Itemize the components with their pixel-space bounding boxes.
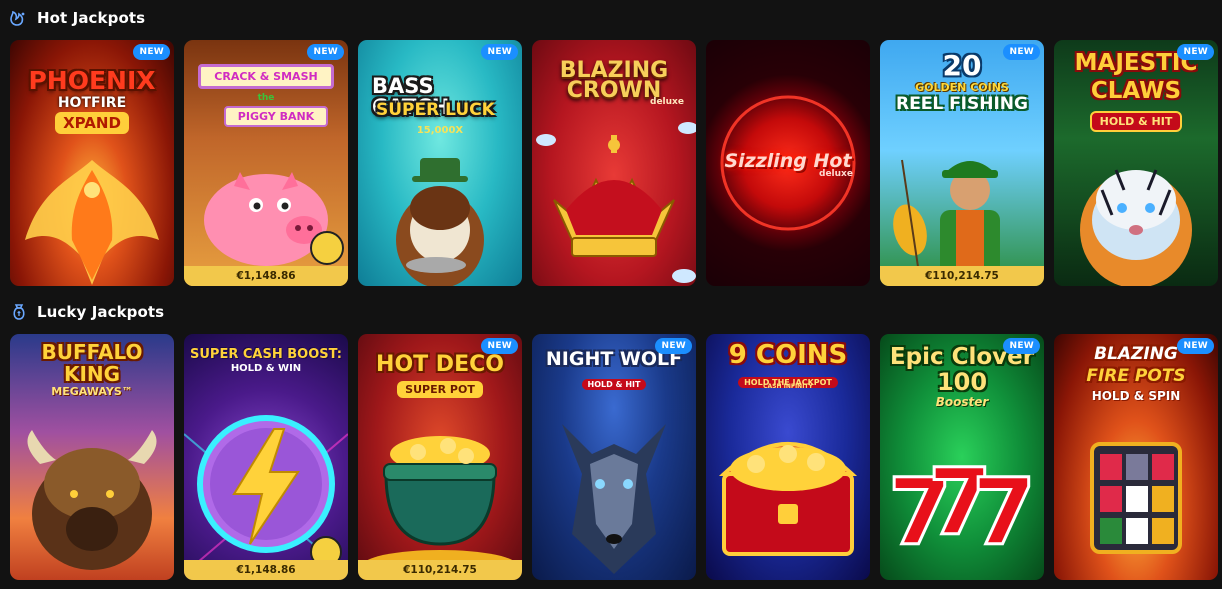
new-badge: NEW — [1177, 338, 1214, 354]
game-tile-hot-deco-super-pot[interactable]: HOT DECO SUPER POT NEW €110,214.75 — [358, 334, 522, 580]
game-subtitle: CLAWS — [1090, 78, 1182, 104]
game-tagline: MEGAWAYS™ — [51, 385, 133, 398]
game-tile-crack-smash-piggy-bank[interactable]: CRACK & SMASH the PIGGY BANK NEW €1,148.… — [184, 40, 348, 286]
game-title: 9 COINS — [728, 340, 848, 370]
game-edition: deluxe — [650, 97, 684, 107]
game-title-connector: the — [257, 93, 275, 103]
jackpot-amount: €1,148.86 — [184, 560, 348, 580]
game-subtitle: HOLD & WIN — [230, 363, 302, 374]
new-badge: NEW — [655, 338, 692, 354]
game-tile-golden-coins-reel-fishing[interactable]: 20 GOLDEN COINS REEL FISHING NEW €110,21… — [880, 40, 1044, 286]
jackpot-amount: €110,214.75 — [358, 560, 522, 580]
game-tagline: XPAND — [55, 112, 129, 134]
game-tile-bass-catch-super-luck[interactable]: BASS CATCH SUPER LUCK 15,000X NEW — [358, 40, 522, 286]
new-badge: NEW — [481, 44, 518, 60]
game-tile-blazing-fire-pots[interactable]: BLAZING FIRE POTS HOLD & SPIN NEW — [1054, 334, 1218, 580]
game-tagline: CASH INFINITY — [763, 383, 813, 390]
game-title: SUPER CASH BOOST: — [190, 347, 342, 362]
game-tile-night-wolf[interactable]: NIGHT WOLF HOLD & HIT NEW — [532, 334, 696, 580]
game-tagline-wrap: XPAND — [16, 112, 168, 134]
section-header-lucky-jackpots: Lucky Jackpots — [10, 301, 164, 323]
game-tile-phoenix-hotfire-xpand[interactable]: PHOENIX HOTFIRE XPAND NEW — [10, 40, 174, 286]
game-tagline: HOLD & HIT — [1089, 111, 1183, 132]
game-tile-super-cash-boost[interactable]: SUPER CASH BOOST: HOLD & WIN €1,148.86 — [184, 334, 348, 580]
new-badge: NEW — [133, 44, 170, 60]
new-badge: NEW — [1003, 44, 1040, 60]
section-title: Hot Jackpots — [37, 9, 146, 27]
game-subtitle: HOTFIRE — [57, 95, 127, 111]
game-subtitle: KING — [63, 362, 121, 386]
section-title: Lucky Jackpots — [37, 303, 165, 321]
game-subtitle: FIRE POTS — [1086, 366, 1186, 386]
jackpot-amount: €1,148.86 — [184, 266, 348, 286]
svg-text:7: 7 — [972, 459, 1036, 566]
game-tagline: Booster — [935, 395, 989, 409]
game-tile-epic-clover-100-booster[interactable]: 777 Epic Clover 100 Booster NEW — [880, 334, 1044, 580]
fire-dragon-icon — [10, 9, 28, 27]
game-tagline: HOLD & SPIN — [1091, 389, 1181, 403]
section-header-hot-jackpots: Hot Jackpots — [10, 7, 145, 29]
jackpot-amount: €110,214.75 — [880, 266, 1044, 286]
game-edition: deluxe — [819, 169, 853, 179]
game-tile-sizzling-hot-deluxe[interactable]: Sizzling Hot deluxe — [706, 40, 870, 286]
game-subtitle: 100 — [936, 368, 988, 396]
game-subtitle: SUPER POT — [397, 381, 483, 398]
game-title: CRACK & SMASH — [198, 64, 334, 89]
game-tile-buffalo-king-megaways[interactable]: BUFFALO KING MEGAWAYS™ — [10, 334, 174, 580]
game-subtitle: HOLD & HIT — [581, 379, 647, 390]
game-title: HOT DECO — [376, 352, 504, 377]
new-badge: NEW — [1003, 338, 1040, 354]
lucky-jackpots-row: BUFFALO KING MEGAWAYS™ SUPER CASH BOOST:… — [10, 334, 1218, 580]
game-tagline-wrap: HOLD & HIT — [538, 372, 690, 391]
game-tagline-wrap: HOLD & HIT — [1060, 110, 1212, 132]
new-badge: NEW — [307, 44, 344, 60]
money-bag-icon — [10, 303, 28, 321]
game-subtitle: SUPER LUCK — [376, 100, 495, 120]
game-tile-blazing-crown-deluxe[interactable]: BLAZING CROWN deluxe — [532, 40, 696, 286]
new-badge: NEW — [481, 338, 518, 354]
hot-jackpots-row: PHOENIX HOTFIRE XPAND NEW CRACK & SMASH … — [10, 40, 1218, 286]
game-tile-majestic-claws[interactable]: MAJESTIC CLAWS HOLD & HIT NEW — [1054, 40, 1218, 286]
game-title: GOLDEN COINS — [915, 81, 1009, 94]
game-subtitle: REEL FISHING — [896, 94, 1028, 114]
game-max-win: 15,000X — [416, 125, 464, 136]
game-subtitle: PIGGY BANK — [224, 106, 328, 127]
new-badge: NEW — [1177, 44, 1214, 60]
game-title: PHOENIX — [28, 66, 156, 95]
game-tagline-wrap: SUPER POT — [364, 378, 516, 398]
game-tile-9-coins[interactable]: 9 COINS HOLD THE JACKPOT CASH INFINITY — [706, 334, 870, 580]
game-title: BUFFALO — [41, 340, 143, 364]
